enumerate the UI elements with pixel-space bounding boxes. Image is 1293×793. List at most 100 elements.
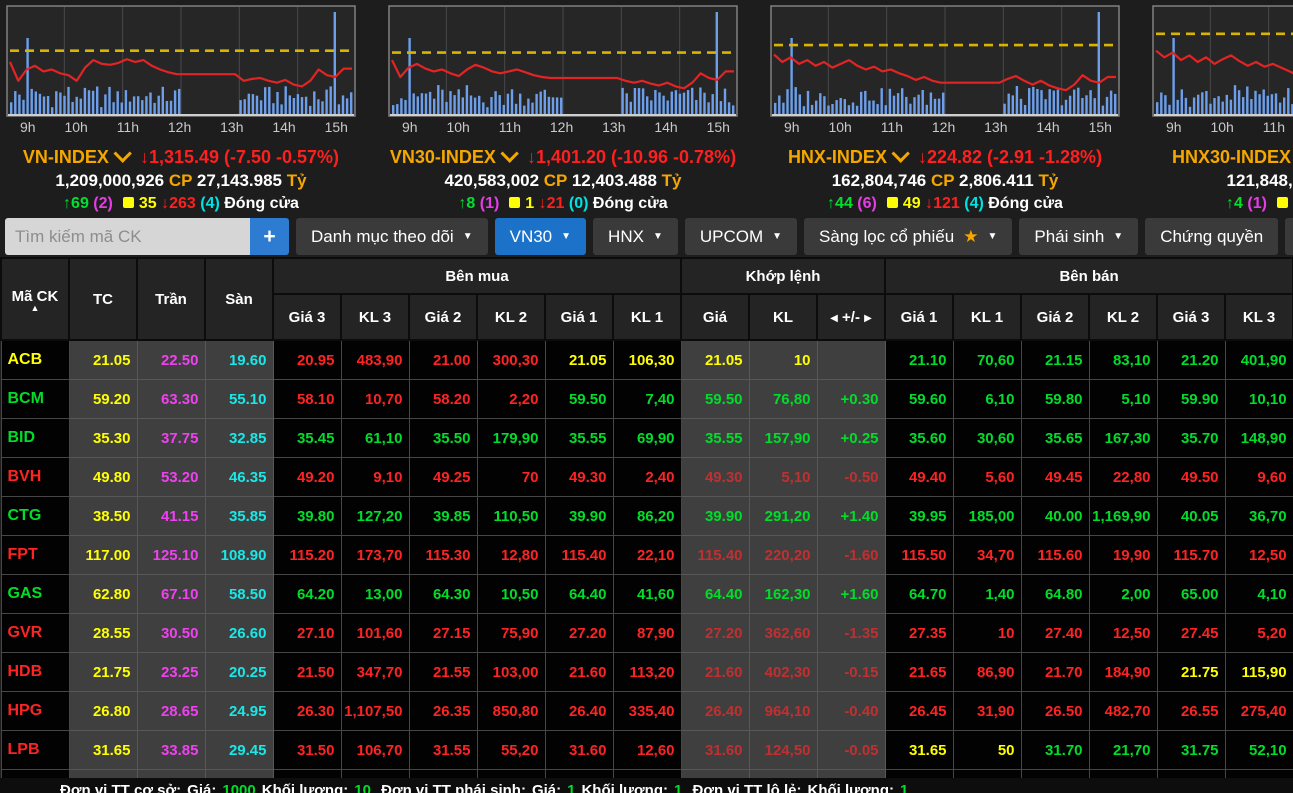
buy-vol-cell: 335,40 — [613, 692, 681, 731]
decliners: 263 — [169, 195, 200, 212]
turnover: 27,143.985 — [197, 171, 287, 190]
ceiling-price-cell: 30.50 — [137, 614, 205, 653]
symbol-cell[interactable]: BCM — [1, 380, 69, 419]
tab-upcom[interactable]: UPCOM▼ — [685, 218, 797, 255]
buy-price-cell: 49.25 — [409, 458, 477, 497]
col-header-ma-ck[interactable]: Mã CK▲ — [1, 258, 69, 340]
index-breadth-row: ↑ 69 (2)35 ↓ 263 (4) Đóng cửa — [6, 192, 356, 215]
tab-ph-i-sinh[interactable]: Phái sinh▼ — [1019, 218, 1138, 255]
symbol-cell[interactable]: CTG — [1, 497, 69, 536]
symbol-cell[interactable]: LPB — [1, 731, 69, 770]
buy-vol-cell: 70 — [477, 458, 545, 497]
sell-price-cell: 26.50 — [1021, 692, 1089, 731]
symbol-cell[interactable]: ACB — [1, 340, 69, 380]
footer-label: Đơn vị TT phái sinh: — [377, 782, 526, 793]
search-input[interactable] — [5, 218, 250, 255]
symbol-cell[interactable]: HPG — [1, 692, 69, 731]
chevron-down-icon[interactable] — [891, 144, 909, 162]
index-name[interactable]: VN30-INDEX — [390, 147, 496, 167]
footer-label: Khối lượng: — [808, 782, 895, 793]
index-panel-vn30-index: 9h10h11h12h13h14h15hVN30-INDEX↓ 1,401.20… — [388, 5, 738, 215]
prev-col-icon[interactable]: ◀ — [830, 313, 838, 324]
decliners: 21 — [547, 195, 569, 212]
index-panel-hnx30-index: 9h10h11h12h13h14h15hHNX30-INDEX121,848, … — [1152, 5, 1293, 215]
sell-col-header: KL 1 — [953, 294, 1021, 340]
change-cell: +1.60 — [817, 575, 885, 614]
tab-label: HNX — [608, 227, 644, 247]
buy-price-cell: 39.90 — [545, 497, 613, 536]
time-label: 11h — [881, 119, 903, 139]
footer-value: 1 — [674, 782, 682, 793]
ceiling-price-cell: 53.20 — [137, 458, 205, 497]
tab-s-ng-l-c-c-phi-u[interactable]: Sàng lọc cổ phiếu★▼ — [804, 218, 1012, 255]
chevron-down-icon[interactable] — [113, 144, 131, 162]
index-name[interactable]: HNX-INDEX — [788, 147, 887, 167]
next-col-icon[interactable]: ▶ — [864, 313, 872, 324]
group-header-buy: Bên mua — [273, 258, 681, 294]
matched-price-cell: 26.40 — [681, 692, 749, 731]
symbol-cell[interactable]: BID — [1, 419, 69, 458]
table-row: ACB21.0522.5019.6020.95483,9021.00300,30… — [1, 340, 1293, 380]
tab-vn30[interactable]: VN30▼ — [495, 218, 586, 255]
sell-price-cell: 39.95 — [885, 497, 953, 536]
sell-price-cell: 35.60 — [885, 419, 953, 458]
sell-vol-cell: 22,80 — [1089, 458, 1157, 497]
time-label: 13h — [984, 119, 1007, 139]
ceiling-price-cell: 28.65 — [137, 692, 205, 731]
symbol-cell[interactable]: GAS — [1, 575, 69, 614]
matched-col-header[interactable]: ◀ +/- ▶ — [817, 294, 885, 340]
tab-ch-ng-quy-n[interactable]: Chứng quyền — [1145, 218, 1278, 255]
sell-vol-cell: 5,60 — [953, 458, 1021, 497]
total-shares: 121,848, — [1227, 171, 1293, 190]
add-symbol-button[interactable]: + — [250, 218, 289, 255]
unchanged-square-icon — [887, 197, 898, 208]
sell-price-cell: 40.05 — [1157, 497, 1225, 536]
search-box: + — [5, 218, 289, 255]
index-name[interactable]: HNX30-INDEX — [1172, 147, 1291, 167]
tab-hnx[interactable]: HNX▼ — [593, 218, 678, 255]
sell-vol-cell: 6,10 — [953, 380, 1021, 419]
matched-vol-cell: 362,60 — [749, 614, 817, 653]
matched-vol-cell: 220,20 — [749, 536, 817, 575]
tab-t[interactable]: T — [1285, 218, 1293, 255]
chevron-down-icon[interactable] — [500, 144, 518, 162]
buy-price-cell: 59.50 — [545, 380, 613, 419]
caret-down-icon: ▼ — [463, 231, 473, 242]
total-shares: 420,583,002 — [445, 171, 544, 190]
caret-down-icon: ▼ — [1113, 231, 1123, 242]
footer-label: Giá: — [187, 782, 216, 793]
turnover: 12,403.488 — [572, 171, 662, 190]
time-label: 10h — [64, 119, 87, 139]
ref-price-cell: 26.80 — [69, 692, 137, 731]
matched-price-cell: 64.40 — [681, 575, 749, 614]
sell-vol-cell: 52,10 — [1225, 731, 1293, 770]
matched-price-cell: 27.20 — [681, 614, 749, 653]
time-label: 9h — [402, 119, 418, 139]
symbol-cell[interactable]: BVH — [1, 458, 69, 497]
sell-vol-cell: 31,90 — [953, 692, 1021, 731]
decliners: 121 — [933, 195, 964, 212]
sell-vol-cell: 30,60 — [953, 419, 1021, 458]
change-cell: +0.30 — [817, 380, 885, 419]
buy-price-cell: 31.55 — [409, 731, 477, 770]
sell-vol-cell: 34,70 — [953, 536, 1021, 575]
index-name[interactable]: VN-INDEX — [23, 147, 109, 167]
symbol-cell[interactable]: FPT — [1, 536, 69, 575]
sell-price-cell: 31.70 — [1021, 731, 1089, 770]
sort-asc-icon[interactable]: ▲ — [2, 305, 68, 311]
sell-vol-cell: 5,10 — [1089, 380, 1157, 419]
buy-vol-cell: 10,50 — [477, 575, 545, 614]
matched-vol-cell: 402,30 — [749, 653, 817, 692]
stock-price-board: 9h10h11h12h13h14h15hVN-INDEX↓ 1,315.49 (… — [0, 0, 1293, 793]
up-arrow-icon: ↑ — [63, 192, 71, 215]
symbol-cell[interactable]: HDB — [1, 653, 69, 692]
tab-buttons: Danh mục theo dõi▼VN30▼HNX▼UPCOM▼Sàng lọ… — [296, 218, 1293, 255]
table-row: GAS62.8067.1058.5064.2013,0064.3010,5064… — [1, 575, 1293, 614]
symbol-cell[interactable]: GVR — [1, 614, 69, 653]
turnover-unit: Tỷ — [287, 171, 307, 190]
tab-danh-m-c-theo-d-i[interactable]: Danh mục theo dõi▼ — [296, 218, 488, 255]
sell-price-cell: 35.70 — [1157, 419, 1225, 458]
sell-price-cell: 21.10 — [885, 340, 953, 380]
matched-vol-cell: 964,10 — [749, 692, 817, 731]
turnover: 2,806.411 — [959, 171, 1038, 190]
